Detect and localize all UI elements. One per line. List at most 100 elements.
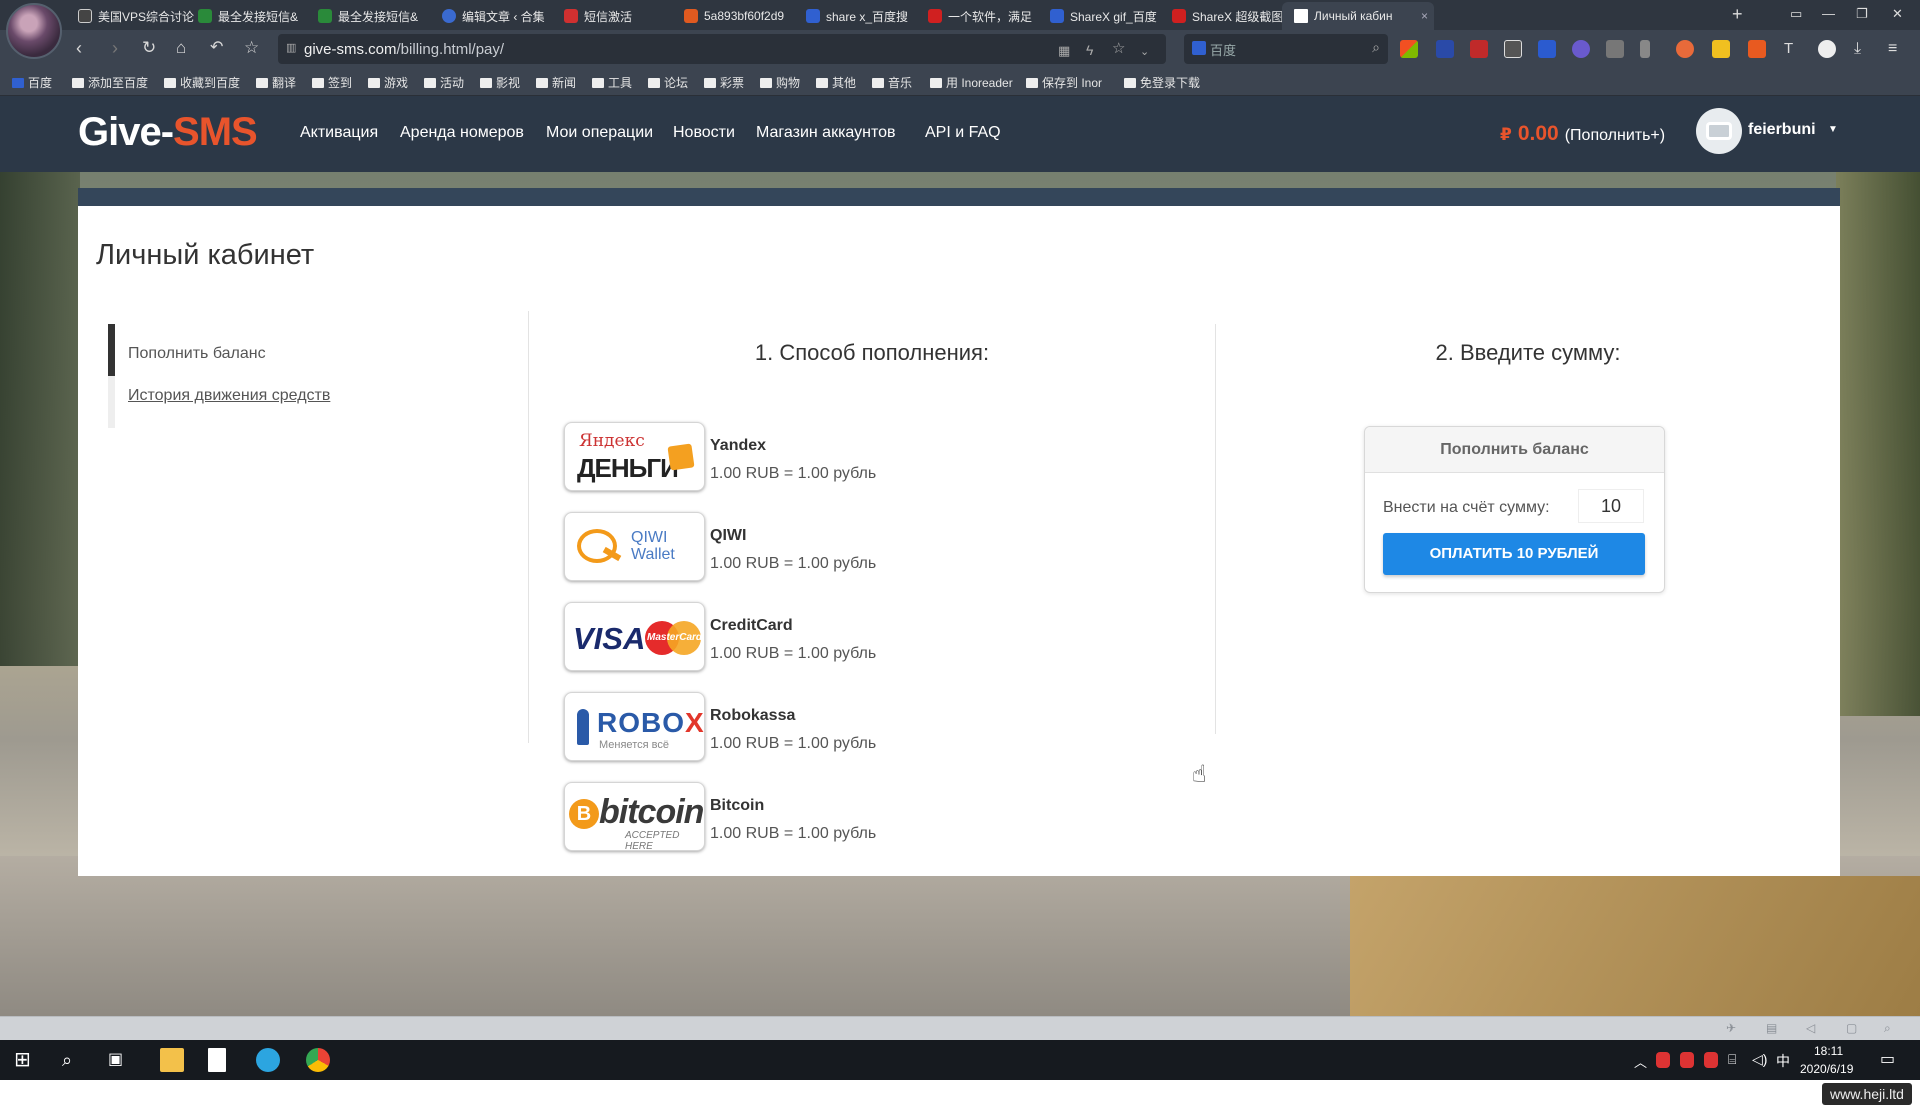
payment-method-qiwi[interactable]: QIWI Wallet QIWI 1.00 RUB = 1.00 рубль bbox=[564, 512, 1064, 582]
clock-date[interactable]: 2020/6/19 bbox=[1800, 1062, 1853, 1076]
search-icon[interactable]: ⌕ bbox=[62, 1048, 86, 1072]
extension-icon[interactable] bbox=[1572, 40, 1590, 58]
bookmark-folder[interactable]: 彩票 bbox=[704, 74, 744, 91]
window-icon[interactable]: ▢ bbox=[1846, 1021, 1857, 1035]
chevron-up-icon[interactable]: ︿ bbox=[1634, 1052, 1647, 1071]
avatar[interactable] bbox=[1696, 108, 1742, 154]
ime-indicator[interactable]: 中 bbox=[1776, 1051, 1790, 1071]
bookmark-item[interactable]: 保存到 Inor bbox=[1026, 74, 1102, 91]
minimize-icon[interactable]: ▭ bbox=[1790, 6, 1802, 22]
restore-icon[interactable]: — bbox=[1822, 6, 1835, 21]
address-bar[interactable]: ▥ give-sms.com/billing.html/pay/ bbox=[278, 34, 1166, 64]
extension-icon[interactable] bbox=[1400, 40, 1418, 58]
nav-number-rental[interactable]: Аренда номеров bbox=[400, 124, 524, 142]
extension-icon[interactable] bbox=[1606, 40, 1624, 58]
close-tab-icon[interactable]: × bbox=[1421, 9, 1428, 23]
bookmark-item[interactable]: 添加至百度 bbox=[72, 74, 148, 91]
download-icon[interactable]: ⤓ bbox=[1854, 40, 1872, 58]
windows-start-icon[interactable]: ⊞ bbox=[14, 1048, 38, 1072]
qq-icon[interactable] bbox=[1680, 1052, 1694, 1068]
chevron-down-icon[interactable]: ▼ bbox=[1828, 124, 1838, 135]
chevron-down-icon[interactable]: ⌄ bbox=[1140, 42, 1149, 62]
nav-my-operations[interactable]: Мои операции bbox=[546, 124, 653, 142]
extension-icon[interactable] bbox=[1676, 40, 1694, 58]
nav-account-shop[interactable]: Магазин аккаунтов bbox=[756, 124, 896, 142]
window-close-icon[interactable]: ✕ bbox=[1892, 6, 1903, 22]
star-icon[interactable]: ☆ bbox=[244, 38, 259, 58]
side-nav-history[interactable]: История движения средств bbox=[128, 387, 330, 405]
bookmark-folder[interactable]: 新闻 bbox=[536, 74, 576, 91]
bookmark-item[interactable]: 免登录下载 bbox=[1124, 74, 1200, 91]
extension-icon[interactable] bbox=[1818, 40, 1836, 58]
zoom-icon[interactable]: ⌕ bbox=[1884, 1021, 1891, 1036]
sound-icon[interactable]: ◁ bbox=[1806, 1021, 1815, 1035]
bookmark-item[interactable]: 收藏到百度 bbox=[164, 74, 240, 91]
maximize-icon[interactable]: ❐ bbox=[1856, 6, 1868, 22]
extension-icon[interactable] bbox=[1748, 40, 1766, 58]
site-logo[interactable]: Give-SMS bbox=[78, 110, 258, 155]
extension-icon[interactable] bbox=[1712, 40, 1730, 58]
side-nav-topup[interactable]: Пополнить баланс bbox=[128, 345, 266, 363]
extension-icon[interactable] bbox=[1436, 40, 1454, 58]
text-extension-icon[interactable]: T bbox=[1784, 40, 1802, 58]
undo-icon[interactable]: ↶ bbox=[210, 38, 223, 58]
bookmark-folder[interactable]: 论坛 bbox=[648, 74, 688, 91]
bookmark-folder[interactable]: 游戏 bbox=[368, 74, 408, 91]
robox-logo[interactable]: ROBOX Меняется всё bbox=[564, 692, 705, 761]
extension-icon[interactable] bbox=[1640, 40, 1650, 58]
task-view-icon[interactable]: ▣ bbox=[108, 1048, 132, 1072]
bookmark-item[interactable]: 用 Inoreader bbox=[930, 74, 1013, 91]
qr-icon[interactable]: ▦ bbox=[1058, 41, 1070, 61]
bookmark-star-icon[interactable]: ☆ bbox=[1112, 39, 1125, 59]
folder-icon[interactable] bbox=[160, 1048, 184, 1072]
bookmark-folder[interactable]: 其他 bbox=[816, 74, 856, 91]
qq-icon[interactable] bbox=[1656, 1052, 1670, 1068]
chrome-icon[interactable] bbox=[306, 1048, 330, 1072]
search-icon[interactable]: ⌕ bbox=[1372, 39, 1380, 56]
nav-activation[interactable]: Активация bbox=[300, 124, 378, 142]
notification-icon[interactable]: ▭ bbox=[1880, 1049, 1895, 1069]
bookmark-folder[interactable]: 翻译 bbox=[256, 74, 296, 91]
site-info-icon[interactable]: ▥ bbox=[286, 41, 296, 54]
bookmark-folder[interactable]: 音乐 bbox=[872, 74, 912, 91]
balance-widget[interactable]: ₽ 0.00 (Пополнить+) bbox=[1500, 122, 1665, 146]
search-engine-box[interactable]: 百度 ⌕ bbox=[1184, 34, 1388, 64]
notepad-icon[interactable] bbox=[208, 1048, 226, 1072]
bookmark-folder[interactable]: 工具 bbox=[592, 74, 632, 91]
volume-icon[interactable]: ◁) bbox=[1752, 1051, 1767, 1068]
back-icon[interactable]: ‹ bbox=[76, 38, 82, 58]
payment-method-bitcoin[interactable]: B bitcoin ACCEPTED HERE Bitcoin 1.00 RUB… bbox=[564, 782, 1064, 852]
qiwi-wallet-logo[interactable]: QIWI Wallet bbox=[564, 512, 705, 581]
extension-icon[interactable] bbox=[1470, 40, 1488, 58]
bookmark-item[interactable]: 百度 bbox=[12, 74, 52, 91]
home-icon[interactable]: ⌂ bbox=[176, 38, 186, 58]
clock-time[interactable]: 18:11 bbox=[1814, 1044, 1843, 1058]
forward-icon[interactable]: › bbox=[112, 38, 118, 58]
browser-tab-active[interactable]: Личный кабин × bbox=[1282, 2, 1434, 30]
new-tab-button[interactable]: + bbox=[1732, 4, 1743, 25]
topup-link[interactable]: (Пополнить+) bbox=[1565, 127, 1665, 145]
bookmark-folder[interactable]: 影视 bbox=[480, 74, 520, 91]
telegram-icon[interactable] bbox=[256, 1048, 280, 1072]
amount-input[interactable] bbox=[1578, 489, 1644, 523]
flash-icon[interactable]: ϟ bbox=[1086, 40, 1093, 60]
nav-news[interactable]: Новости bbox=[673, 124, 735, 142]
username[interactable]: feierbuni bbox=[1748, 121, 1816, 139]
network-icon[interactable]: ⌸ bbox=[1728, 1051, 1736, 1068]
nav-api-faq[interactable]: API и FAQ bbox=[925, 124, 1001, 142]
trash-icon[interactable]: ▤ bbox=[1766, 1021, 1777, 1035]
reload-icon[interactable]: ↻ bbox=[142, 38, 156, 58]
extension-icon[interactable] bbox=[1538, 40, 1556, 58]
extension-icon[interactable] bbox=[1504, 40, 1522, 58]
payment-method-yandex[interactable]: Яндекс ДЕНЬГИ Yandex 1.00 RUB = 1.00 руб… bbox=[564, 422, 1064, 492]
bookmark-folder[interactable]: 签到 bbox=[312, 74, 352, 91]
browser-profile-avatar[interactable] bbox=[6, 3, 62, 59]
menu-icon[interactable]: ≡ bbox=[1888, 40, 1906, 58]
yandex-money-logo[interactable]: Яндекс ДЕНЬГИ bbox=[564, 422, 705, 491]
pay-button[interactable]: ОПЛАТИТЬ 10 РУБЛЕЙ bbox=[1383, 533, 1645, 575]
visa-mastercard-logo[interactable]: VISA MasterCard bbox=[564, 602, 705, 671]
qq-icon[interactable] bbox=[1704, 1052, 1718, 1068]
rocket-icon[interactable]: ✈ bbox=[1726, 1021, 1736, 1035]
bookmark-folder[interactable]: 购物 bbox=[760, 74, 800, 91]
bookmark-folder[interactable]: 活动 bbox=[424, 74, 464, 91]
